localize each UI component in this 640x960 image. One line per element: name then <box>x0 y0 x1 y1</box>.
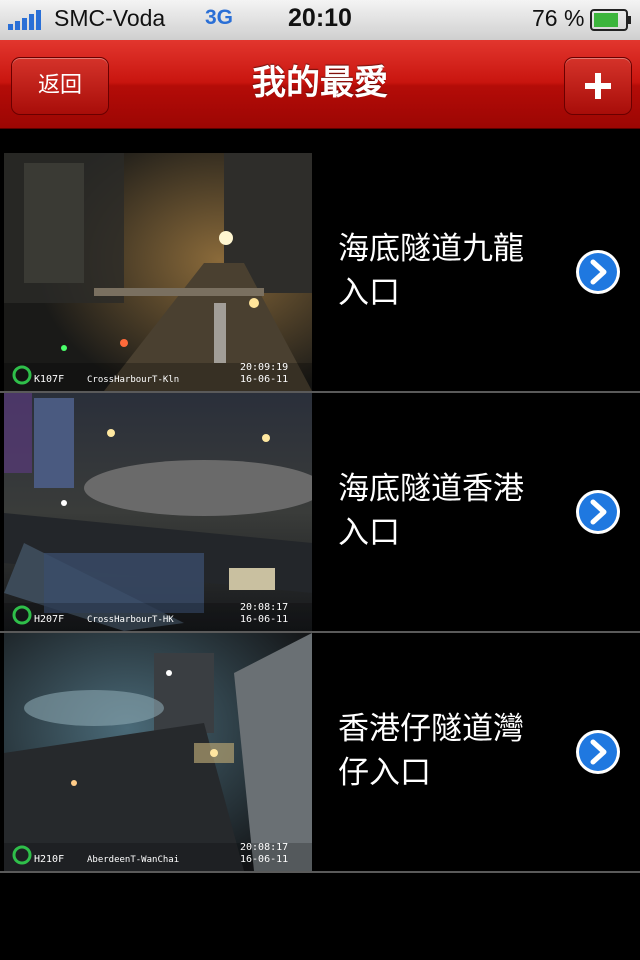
camera-code: K107F <box>34 374 64 385</box>
list-item[interactable]: 20:08:17 H210F AberdeenT-WanChai 16-06-1… <box>0 633 640 873</box>
camera-name: 海底隧道九龍入口 <box>338 231 524 311</box>
camera-name: 香港仔隧道灣仔入口 <box>338 711 524 791</box>
plus-icon <box>585 73 611 99</box>
camera-code: H207F <box>34 614 64 625</box>
list-item[interactable]: 20:09:19 K107F CrossHarbourT-Kln 16-06-1… <box>0 153 640 393</box>
network-type: 3G <box>205 6 234 29</box>
camera-location: CrossHarbourT-HK <box>87 615 174 625</box>
camera-date: 16-06-11 <box>240 854 288 865</box>
camera-time: 20:09:19 <box>240 362 288 373</box>
battery-icon <box>590 9 631 31</box>
camera-snapshot[interactable]: 20:08:17 H210F AberdeenT-WanChai 16-06-1… <box>4 633 312 871</box>
camera-code: H210F <box>34 854 64 865</box>
traffic-camera-image: 20:08:17 H210F AberdeenT-WanChai 16-06-1… <box>4 633 312 871</box>
back-button[interactable]: 返回 <box>11 57 109 115</box>
chevron-right-icon[interactable] <box>575 729 621 775</box>
camera-location: AberdeenT-WanChai <box>87 855 179 865</box>
battery-percent: 76 % <box>532 5 585 31</box>
camera-snapshot[interactable]: 20:09:19 K107F CrossHarbourT-Kln 16-06-1… <box>4 153 312 391</box>
camera-time: 20:08:17 <box>240 842 288 853</box>
favorites-list: 20:09:19 K107F CrossHarbourT-Kln 16-06-1… <box>0 129 640 873</box>
camera-time: 20:08:17 <box>240 602 288 613</box>
chevron-right-icon[interactable] <box>575 249 621 295</box>
list-item[interactable]: 20:08:17 H207F CrossHarbourT-HK 16-06-11… <box>0 393 640 633</box>
carrier-name: SMC-Voda <box>54 5 166 31</box>
signal-strength-icon <box>8 10 41 30</box>
navigation-bar: 返回 我的最愛 <box>0 40 640 129</box>
camera-name: 海底隧道香港入口 <box>338 471 524 551</box>
add-favorite-button[interactable] <box>564 57 632 115</box>
traffic-camera-image: 20:09:19 K107F CrossHarbourT-Kln 16-06-1… <box>4 153 312 391</box>
camera-date: 16-06-11 <box>240 614 288 625</box>
camera-snapshot[interactable]: 20:08:17 H207F CrossHarbourT-HK 16-06-11 <box>4 393 312 631</box>
traffic-camera-image: 20:08:17 H207F CrossHarbourT-HK 16-06-11 <box>4 393 312 631</box>
camera-location: CrossHarbourT-Kln <box>87 375 179 385</box>
chevron-right-icon[interactable] <box>575 489 621 535</box>
status-bar: SMC-Voda 3G 20:10 76 % <box>0 0 640 40</box>
camera-date: 16-06-11 <box>240 374 288 385</box>
